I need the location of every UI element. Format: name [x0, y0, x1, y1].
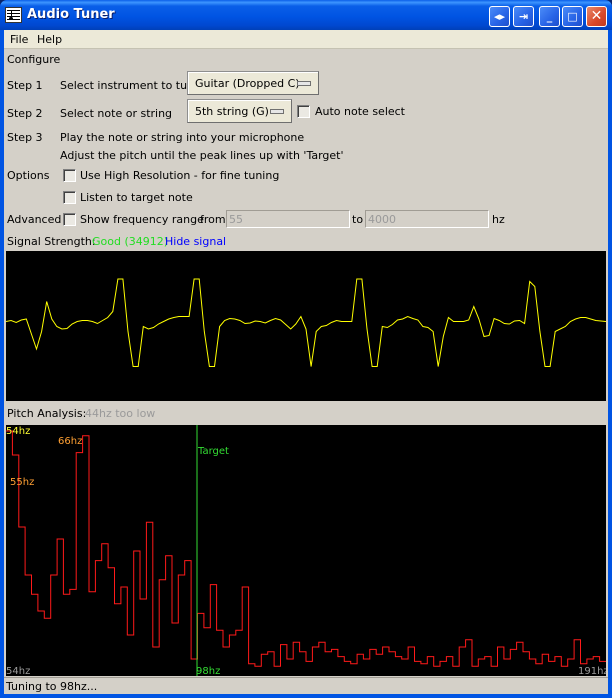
status-text: Tuning to 98hz... — [6, 680, 98, 693]
menu-help[interactable]: Help — [37, 33, 62, 46]
menu-bar: File Help — [4, 30, 608, 49]
target-freq-label: 98hz — [196, 666, 220, 676]
show-frequency-range-checkbox[interactable] — [63, 213, 76, 226]
show-frequency-range-label: Show frequency range — [80, 213, 204, 226]
instrument-select[interactable]: Guitar (Dropped C) — [187, 71, 319, 95]
window-title: Audio Tuner — [27, 7, 115, 22]
to-label: to — [352, 213, 364, 226]
pitch-analysis-value: 44hz too low — [85, 407, 156, 420]
high-resolution-label: Use High Resolution - for fine tuning — [80, 169, 280, 182]
tray-icon: ⇥ — [518, 10, 529, 23]
step2-label: Step 2 — [7, 107, 43, 120]
close-button[interactable]: ✕ — [586, 6, 607, 27]
status-bar: Tuning to 98hz... — [4, 677, 608, 694]
tray-button[interactable]: ⇥ — [513, 6, 534, 27]
step1-label: Step 1 — [7, 79, 43, 92]
pitch-spectrum-chart: Target 98hz 54hz 191hz 54hz 66hz 55hz — [6, 425, 609, 677]
main-panel: Configure Step 1 Select instrument to tu… — [4, 49, 609, 694]
minimize-button[interactable]: _ — [539, 6, 560, 27]
hide-signal-link[interactable]: Hide signal — [165, 235, 226, 248]
peak-label-55hz: 55hz — [10, 477, 34, 488]
auto-note-checkbox[interactable] — [297, 105, 310, 118]
music-staff-icon — [5, 7, 22, 23]
step3-text: Play the note or string into your microp… — [60, 131, 305, 144]
signal-waveform-panel — [5, 251, 607, 401]
title-bar[interactable]: Audio Tuner ◂▸ ⇥ _ □ ✕ — [0, 0, 612, 30]
instrument-value: Guitar (Dropped C) — [195, 77, 300, 90]
to-frequency-input[interactable] — [365, 210, 489, 228]
from-label: from — [200, 213, 226, 226]
pitch-spectrum-panel: Target 98hz 54hz 191hz 54hz 66hz 55hz — [6, 425, 609, 677]
roll-icon: ◂▸ — [493, 10, 506, 23]
configure-heading: Configure — [7, 53, 61, 66]
options-label: Options — [7, 169, 50, 182]
step2-text: Select note or string — [60, 107, 173, 120]
step3-instruction: Adjust the pitch until the peak lines up… — [60, 149, 344, 162]
from-frequency-input[interactable] — [226, 210, 350, 228]
signal-strength-label: Signal Strength: — [7, 235, 96, 248]
spectrum-trace — [6, 430, 606, 667]
target-label: Target — [197, 446, 229, 457]
peak-label-54hz: 54hz — [6, 426, 30, 437]
string-select[interactable]: 5th string (G) — [187, 99, 292, 123]
advanced-label: Advanced — [7, 213, 62, 226]
listen-target-checkbox[interactable] — [63, 191, 76, 204]
signal-waveform-chart — [5, 278, 607, 367]
maximize-button[interactable]: □ — [562, 6, 583, 27]
roll-button[interactable]: ◂▸ — [489, 6, 510, 27]
max-freq-label: 191hz — [578, 666, 606, 676]
dropdown-icon — [297, 81, 311, 86]
high-resolution-checkbox[interactable] — [63, 169, 76, 182]
hz-unit-label: hz — [492, 213, 505, 226]
audio-tuner-window: Audio Tuner ◂▸ ⇥ _ □ ✕ File Help Configu… — [0, 0, 612, 698]
close-icon: ✕ — [590, 8, 603, 24]
min-freq-label: 54hz — [6, 666, 30, 676]
signal-strength-value: Good (34912) — [92, 235, 169, 248]
step1-text: Select instrument to tune — [60, 79, 201, 92]
dropdown-icon — [270, 109, 284, 114]
menu-file[interactable]: File — [10, 33, 28, 46]
step3-label: Step 3 — [7, 131, 43, 144]
pitch-analysis-label: Pitch Analysis: — [7, 407, 87, 420]
peak-label-66hz: 66hz — [58, 436, 82, 447]
minimize-icon: _ — [546, 10, 553, 23]
auto-note-label: Auto note select — [315, 105, 405, 118]
waveform-trace — [5, 278, 607, 367]
maximize-icon: □ — [567, 10, 578, 23]
string-value: 5th string (G) — [195, 105, 269, 118]
listen-target-label: Listen to target note — [80, 191, 193, 204]
